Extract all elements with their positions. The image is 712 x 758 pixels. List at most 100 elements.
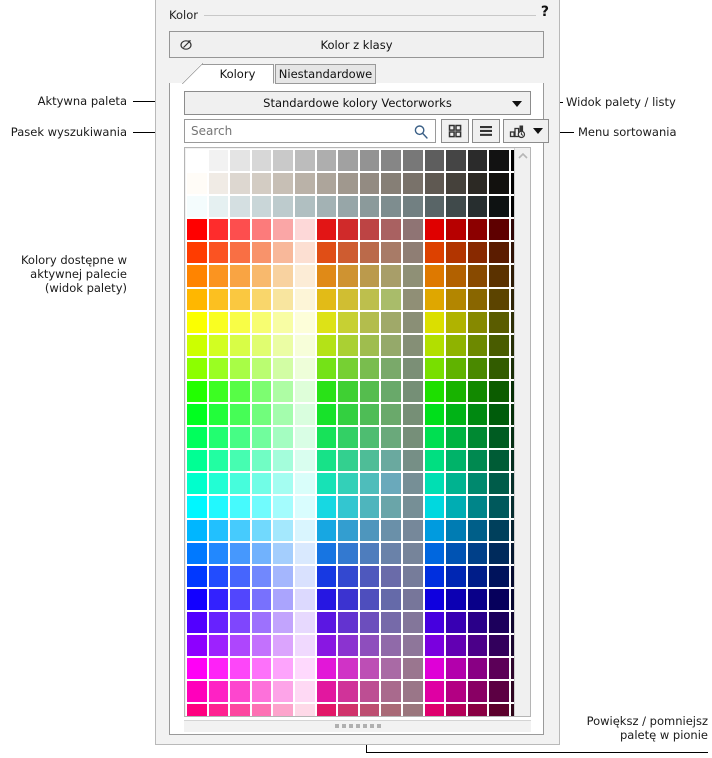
color-swatch[interactable] <box>250 149 273 173</box>
color-swatch[interactable] <box>337 379 359 404</box>
color-swatch[interactable] <box>207 518 230 542</box>
color-swatch[interactable] <box>272 680 294 704</box>
color-swatch[interactable] <box>293 518 316 542</box>
color-swatch[interactable] <box>315 449 338 473</box>
color-swatch[interactable] <box>401 172 424 196</box>
color-swatch[interactable] <box>466 356 489 380</box>
color-swatch[interactable] <box>445 310 467 334</box>
color-swatch[interactable] <box>250 218 273 242</box>
color-swatch[interactable] <box>337 172 359 196</box>
color-swatch[interactable] <box>207 333 230 357</box>
color-swatch[interactable] <box>207 680 230 704</box>
color-swatch[interactable] <box>315 333 338 357</box>
color-swatch[interactable] <box>423 657 446 681</box>
vertical-scrollbar[interactable] <box>514 148 530 716</box>
color-swatch[interactable] <box>423 241 446 265</box>
color-swatch[interactable] <box>466 379 489 404</box>
color-swatch[interactable] <box>423 495 446 519</box>
color-swatch[interactable] <box>380 449 402 473</box>
color-swatch[interactable] <box>401 680 424 704</box>
color-swatch[interactable] <box>337 333 359 357</box>
color-swatch[interactable] <box>229 564 251 588</box>
color-swatch[interactable] <box>445 356 467 380</box>
color-swatch[interactable] <box>358 218 381 242</box>
color-swatch[interactable] <box>207 356 230 380</box>
color-swatch[interactable] <box>337 472 359 496</box>
color-swatch[interactable] <box>337 564 359 588</box>
color-swatch[interactable] <box>358 587 381 611</box>
tab-kolory[interactable]: Kolory <box>182 63 274 84</box>
color-swatch[interactable] <box>358 310 381 334</box>
color-swatch[interactable] <box>445 703 467 716</box>
help-button[interactable]: ? <box>541 4 549 20</box>
color-swatch[interactable] <box>423 426 446 450</box>
color-swatch[interactable] <box>186 356 208 380</box>
color-swatch[interactable] <box>337 149 359 173</box>
color-swatch[interactable] <box>423 518 446 542</box>
color-swatch[interactable] <box>186 195 208 219</box>
color-swatch[interactable] <box>380 657 402 681</box>
color-swatch[interactable] <box>272 195 294 219</box>
color-swatch[interactable] <box>380 518 402 542</box>
color-swatch[interactable] <box>207 703 230 716</box>
color-swatch[interactable] <box>466 172 489 196</box>
color-swatch[interactable] <box>488 403 510 427</box>
color-swatch[interactable] <box>488 172 510 196</box>
color-swatch[interactable] <box>466 426 489 450</box>
color-swatch[interactable] <box>337 218 359 242</box>
color-swatch[interactable] <box>315 472 338 496</box>
color-swatch[interactable] <box>272 518 294 542</box>
color-swatch[interactable] <box>207 472 230 496</box>
color-swatch[interactable] <box>337 680 359 704</box>
color-swatch[interactable] <box>466 541 489 565</box>
color-swatch[interactable] <box>186 172 208 196</box>
color-swatch[interactable] <box>466 518 489 542</box>
color-swatch[interactable] <box>488 657 510 681</box>
color-swatch[interactable] <box>186 149 208 173</box>
color-swatch[interactable] <box>380 633 402 658</box>
color-swatch[interactable] <box>186 587 208 611</box>
color-swatch[interactable] <box>358 518 381 542</box>
color-swatch[interactable] <box>337 426 359 450</box>
color-swatch[interactable] <box>380 264 402 288</box>
color-swatch[interactable] <box>337 518 359 542</box>
color-swatch[interactable] <box>315 310 338 334</box>
color-swatch[interactable] <box>186 541 208 565</box>
sort-menu-button[interactable] <box>503 119 549 143</box>
color-swatch[interactable] <box>250 356 273 380</box>
color-swatch[interactable] <box>315 610 338 634</box>
color-swatch[interactable] <box>337 495 359 519</box>
color-swatch[interactable] <box>207 426 230 450</box>
color-swatch[interactable] <box>315 195 338 219</box>
color-swatch[interactable] <box>315 403 338 427</box>
color-swatch[interactable] <box>229 472 251 496</box>
color-swatch[interactable] <box>207 541 230 565</box>
color-swatch[interactable] <box>445 633 467 658</box>
color-swatch[interactable] <box>293 564 316 588</box>
color-swatch[interactable] <box>445 195 467 219</box>
color-swatch[interactable] <box>380 149 402 173</box>
color-swatch[interactable] <box>401 195 424 219</box>
color-swatch[interactable] <box>229 633 251 658</box>
color-swatch[interactable] <box>401 657 424 681</box>
color-swatch[interactable] <box>293 449 316 473</box>
color-swatch[interactable] <box>186 472 208 496</box>
color-swatch[interactable] <box>380 333 402 357</box>
color-swatch[interactable] <box>401 379 424 404</box>
color-swatch[interactable] <box>445 379 467 404</box>
color-swatch[interactable] <box>358 241 381 265</box>
color-swatch[interactable] <box>272 403 294 427</box>
color-swatch[interactable] <box>401 472 424 496</box>
color-swatch[interactable] <box>315 379 338 404</box>
color-swatch[interactable] <box>250 379 273 404</box>
color-swatch[interactable] <box>401 218 424 242</box>
color-swatch[interactable] <box>229 264 251 288</box>
color-swatch[interactable] <box>207 657 230 681</box>
color-swatch[interactable] <box>315 657 338 681</box>
color-swatch[interactable] <box>423 149 446 173</box>
color-swatch[interactable] <box>293 264 316 288</box>
color-swatch[interactable] <box>229 495 251 519</box>
color-swatch[interactable] <box>488 356 510 380</box>
color-swatch[interactable] <box>380 472 402 496</box>
color-swatch[interactable] <box>293 172 316 196</box>
